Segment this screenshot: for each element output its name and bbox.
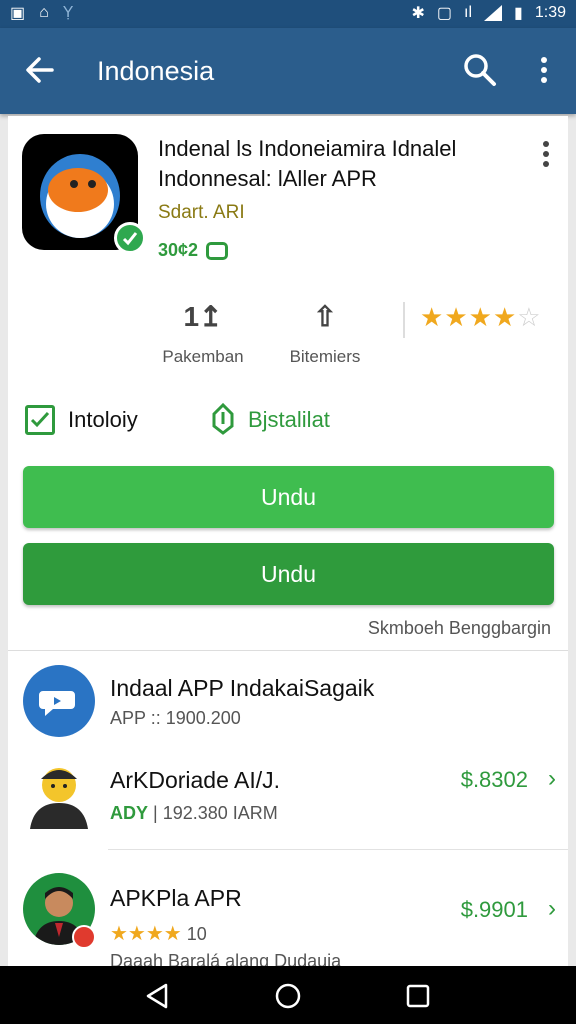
list-item-title: ArKDoriade AI/J. [110, 767, 281, 793]
battery-icon: ▮ [514, 5, 523, 22]
downloads-icon: 1↥ [183, 301, 223, 332]
avatar-icon [26, 759, 92, 829]
install-label[interactable]: Bjstalilat [248, 407, 330, 433]
developer-name[interactable]: Sdart. ARI [158, 202, 245, 224]
footnote-link[interactable]: Skmboeh Benggbargin [368, 618, 551, 639]
back-nav-icon[interactable] [142, 982, 172, 1010]
lock-icon: ⌂ [39, 4, 49, 21]
stat-share: ⇧ Bitemiers [270, 300, 380, 367]
chat-icon [23, 665, 95, 737]
list-item-price[interactable]: $.8302 [461, 767, 528, 793]
navigation-bar [0, 966, 576, 1024]
search-icon[interactable] [462, 52, 498, 88]
list-item-tag: ADY [110, 803, 149, 823]
network-icon [484, 5, 503, 21]
card-menu-icon[interactable] [536, 138, 556, 170]
divider [403, 302, 405, 338]
stat-downloads: 1↥ Pakemban [148, 300, 258, 367]
rating-count: 10 [181, 924, 207, 944]
star-icon: ★ [492, 302, 518, 332]
chevron-right-icon[interactable]: › [548, 895, 556, 923]
list-item[interactable]: Indaal APP IndakaiSagaik APP :: 1900.200 [8, 651, 568, 747]
list-item-sub: ★★★★ 10 [110, 921, 207, 946]
star-icon: ★ [468, 302, 493, 332]
download-button-secondary[interactable]: Undu [23, 543, 554, 605]
related-apps-list: Indaal APP IndakaiSagaik APP :: 1900.200… [8, 650, 568, 967]
home-nav-icon[interactable] [273, 981, 303, 1011]
cutoff-text: Daaah Baralá alang Dudauia [110, 951, 342, 967]
list-item-title: Indaal APP IndakaiSagaik [110, 675, 375, 701]
star-empty-icon: ☆ [517, 302, 542, 332]
page-title: Indonesia [97, 56, 215, 86]
list-divider [108, 849, 568, 850]
sim-icon: ▢ [436, 5, 453, 22]
status-time: 1:39 [534, 4, 566, 21]
star-icon: ★ [420, 302, 445, 332]
overflow-menu-icon[interactable] [532, 52, 556, 88]
badge-icon [72, 925, 96, 949]
app-bar: Indonesia [0, 28, 576, 114]
status-left-icons: ▣ ⌂ Ỵ [10, 3, 73, 23]
checkbox-label: Intoloiy [68, 407, 138, 432]
download-button[interactable]: Undu [23, 466, 554, 528]
list-item-title: APKPla APR [110, 885, 242, 911]
notification-icon: ▣ [10, 5, 26, 22]
size-icon [206, 241, 229, 260]
bars-icon: ıl [464, 4, 473, 21]
status-bar: ▣ ⌂ Ỵ ✱ ▢ ıl ▮ 1:39 [0, 0, 576, 28]
bluetooth-icon: ✱ [411, 5, 425, 22]
chevron-right-icon[interactable]: › [548, 765, 556, 793]
list-item[interactable]: ArKDoriade AI/J. ADY | 192.380 IARM $.83… [8, 747, 568, 847]
recents-nav-icon[interactable] [404, 982, 432, 1010]
rating-stars: ★★★★☆ [420, 302, 542, 333]
size-value: 30¢2 [158, 240, 199, 260]
list-item[interactable]: APKPla APR ★★★★ 10 $.9901 › [8, 861, 568, 961]
list-item-sub: ADY | 192.380 IARM [110, 803, 278, 824]
install-icon[interactable] [208, 402, 238, 436]
checkbox[interactable] [25, 405, 55, 435]
back-arrow-icon[interactable] [22, 52, 58, 88]
app-detail-card: Indenal ls Indoneiamira Idnalel Indonnes… [8, 116, 568, 650]
signal-icon: Ỵ [62, 4, 74, 21]
list-item-sub: APP :: 1900.200 [110, 708, 241, 728]
app-title: Indenal ls Indoneiamira Idnalel Indonnes… [158, 136, 457, 191]
stat-label: Pakemban [162, 347, 244, 366]
size-info: 30¢2 [158, 240, 229, 261]
verified-badge-icon [114, 222, 146, 254]
list-item-meta: | 192.380 IARM [148, 803, 278, 823]
rating-stars: ★★★★ [110, 923, 182, 945]
status-right-icons: ✱ ▢ ıl ▮ 1:39 [412, 3, 566, 23]
list-item-price[interactable]: $.9901 [461, 897, 528, 923]
stat-label: Bitemiers [289, 347, 361, 366]
star-icon: ★ [444, 302, 469, 332]
share-icon: ⇧ [313, 301, 337, 332]
